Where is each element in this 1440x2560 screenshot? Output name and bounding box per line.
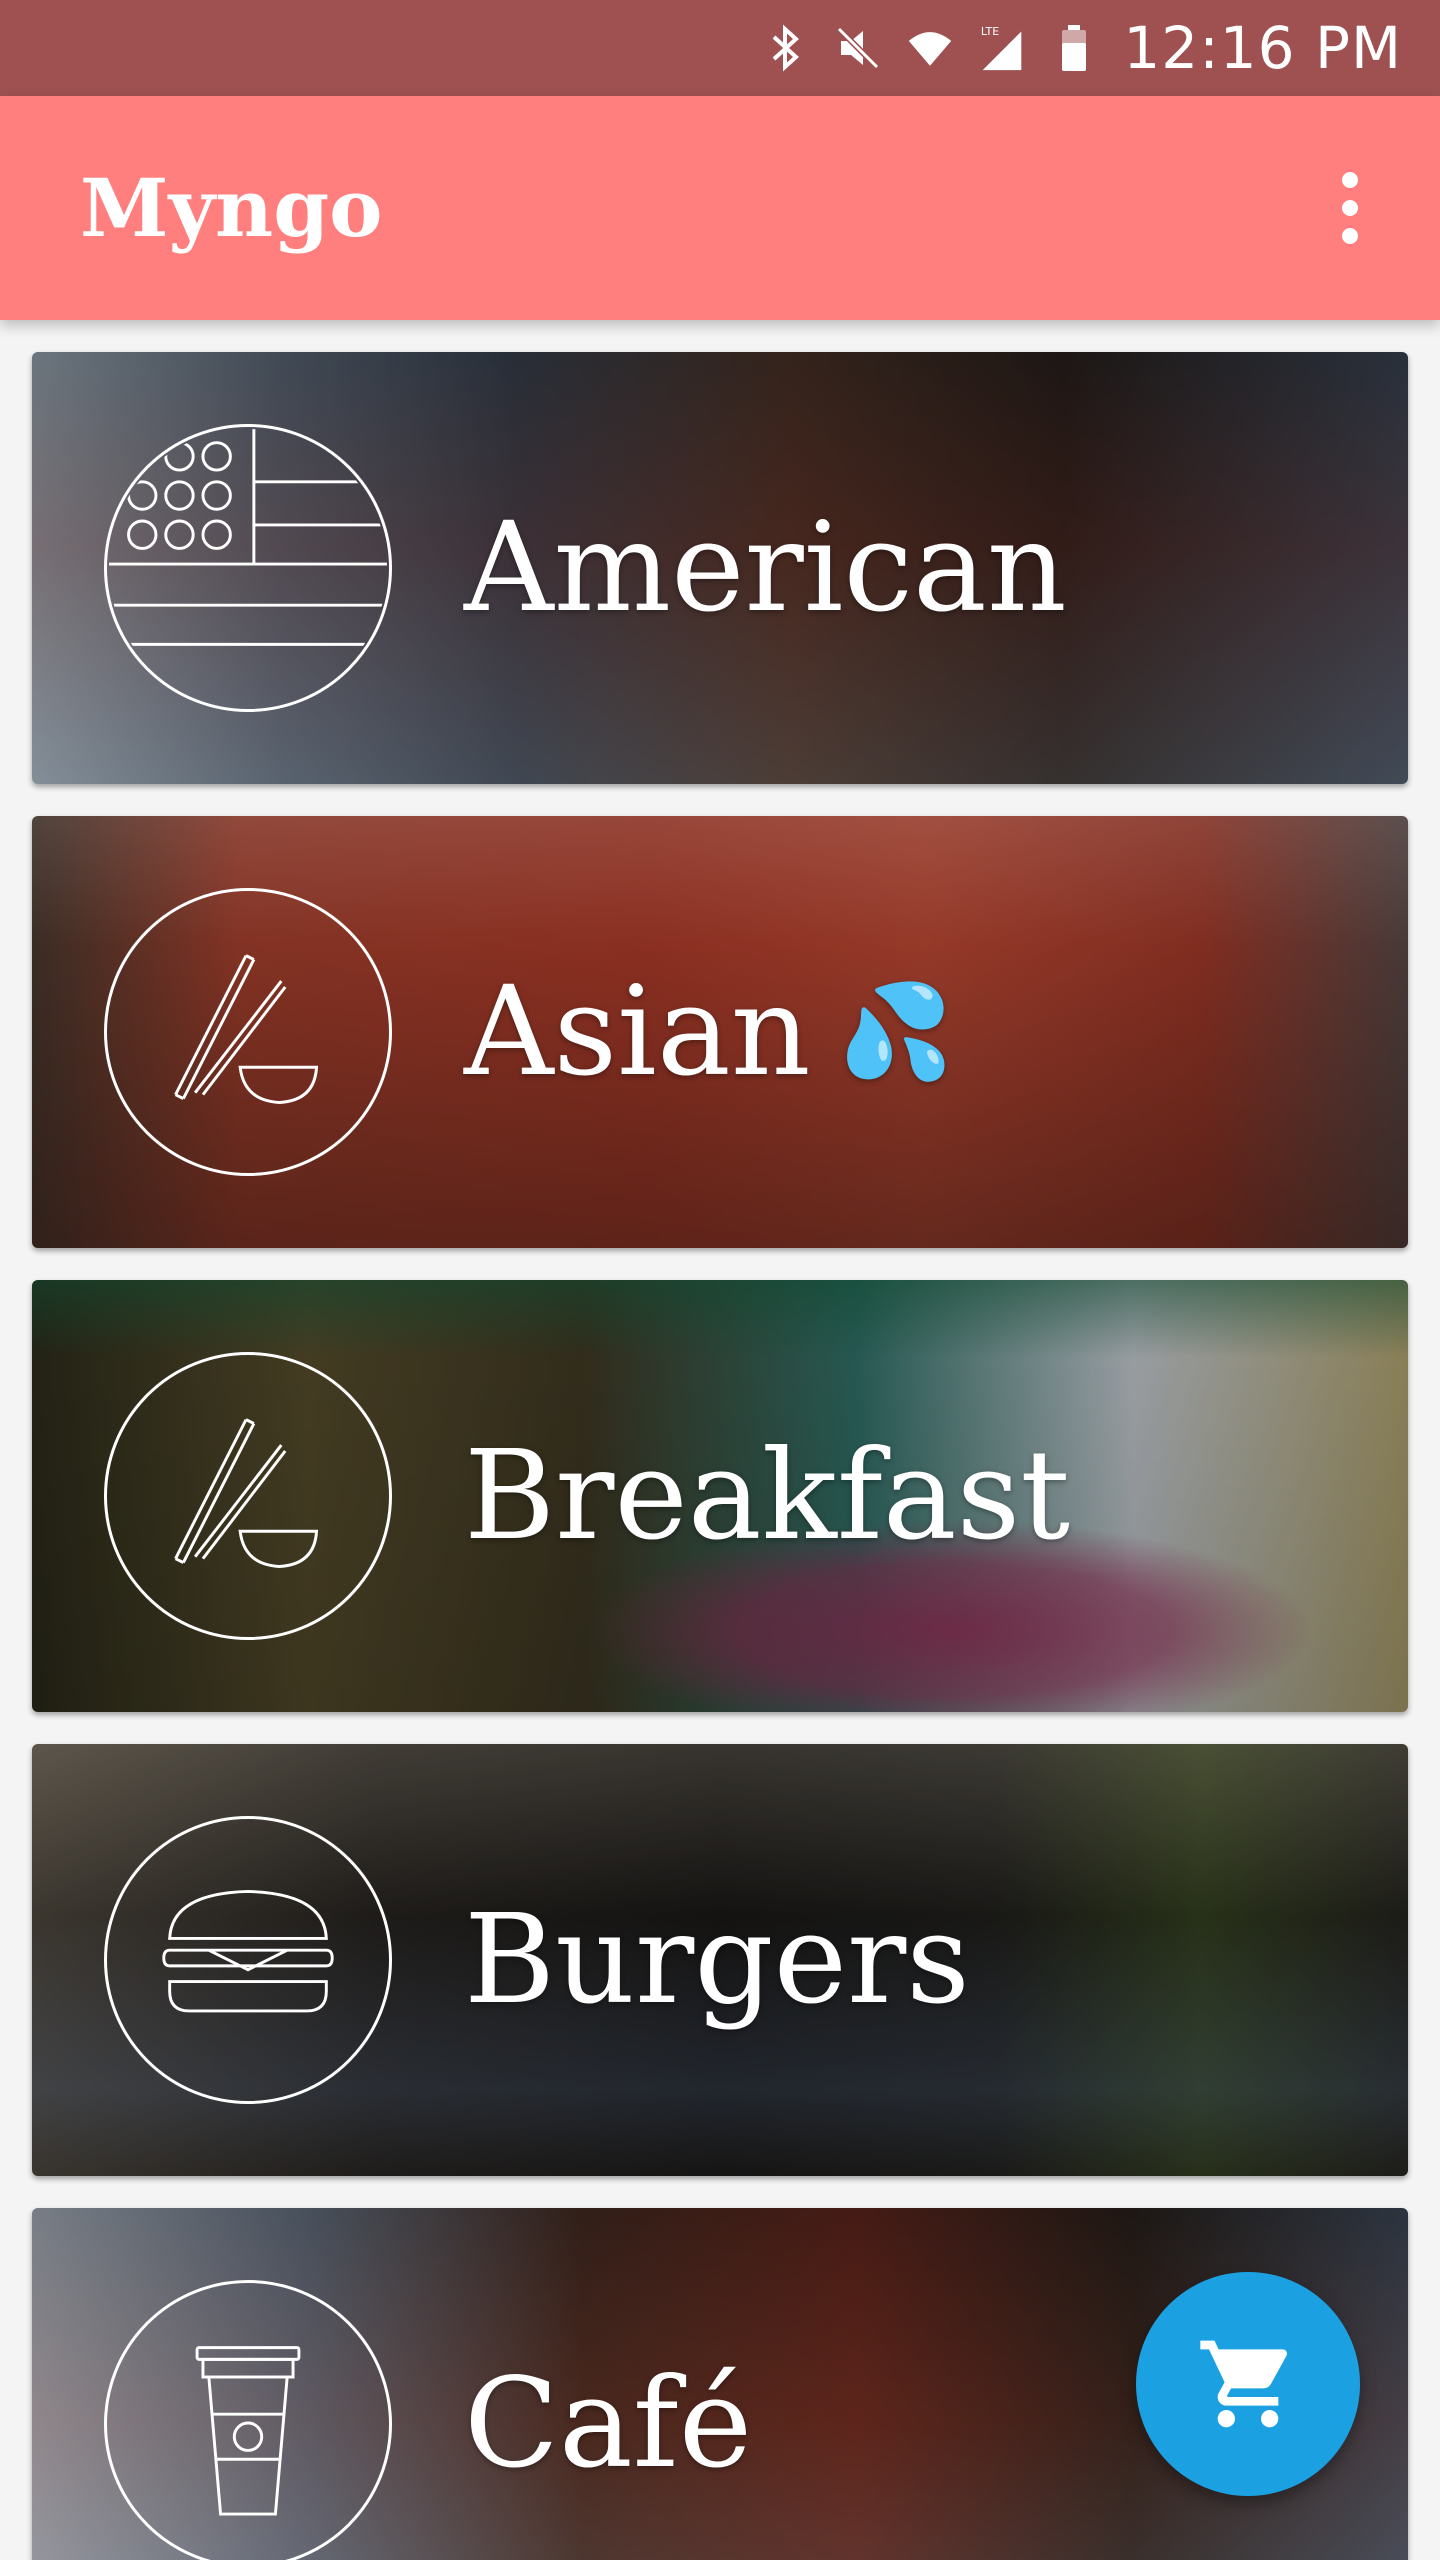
cart-fab-button[interactable] [1136, 2272, 1360, 2496]
lte-signal-icon: LTE [979, 20, 1025, 76]
category-card-asian[interactable]: Asian 💦 [32, 816, 1408, 1248]
category-list[interactable]: American Asian 💦 Breakfast Burgers Café [0, 320, 1440, 2560]
battery-icon [1051, 20, 1097, 76]
category-label: Café [464, 2352, 753, 2496]
category-card-burgers[interactable]: Burgers [32, 1744, 1408, 2176]
shopping-cart-icon [1200, 2340, 1288, 2428]
category-card-breakfast[interactable]: Breakfast [32, 1280, 1408, 1712]
svg-text:LTE: LTE [981, 25, 999, 38]
burger-icon [104, 1816, 392, 2104]
status-time: 12:16 PM [1123, 14, 1402, 82]
app-title: Myngo [80, 161, 383, 255]
more-vert-icon[interactable] [1320, 158, 1380, 258]
app-bar: Myngo [0, 96, 1440, 320]
category-label: Burgers [464, 1888, 970, 2032]
wifi-icon [907, 20, 953, 76]
category-card-american[interactable]: American [32, 352, 1408, 784]
chopsticks-bowl-icon [104, 1352, 392, 1640]
status-bar: LTE 12:16 PM [0, 0, 1440, 96]
mute-icon [835, 20, 881, 76]
category-label: Breakfast [464, 1424, 1071, 1568]
coffee-cup-icon [104, 2280, 392, 2560]
us-flag-icon [104, 424, 392, 712]
category-label: American [464, 496, 1067, 640]
chopsticks-bowl-icon [104, 888, 392, 1176]
sweat-droplets-emoji: 💦 [838, 978, 954, 1085]
category-label: Asian [464, 960, 811, 1104]
bluetooth-icon [763, 20, 809, 76]
